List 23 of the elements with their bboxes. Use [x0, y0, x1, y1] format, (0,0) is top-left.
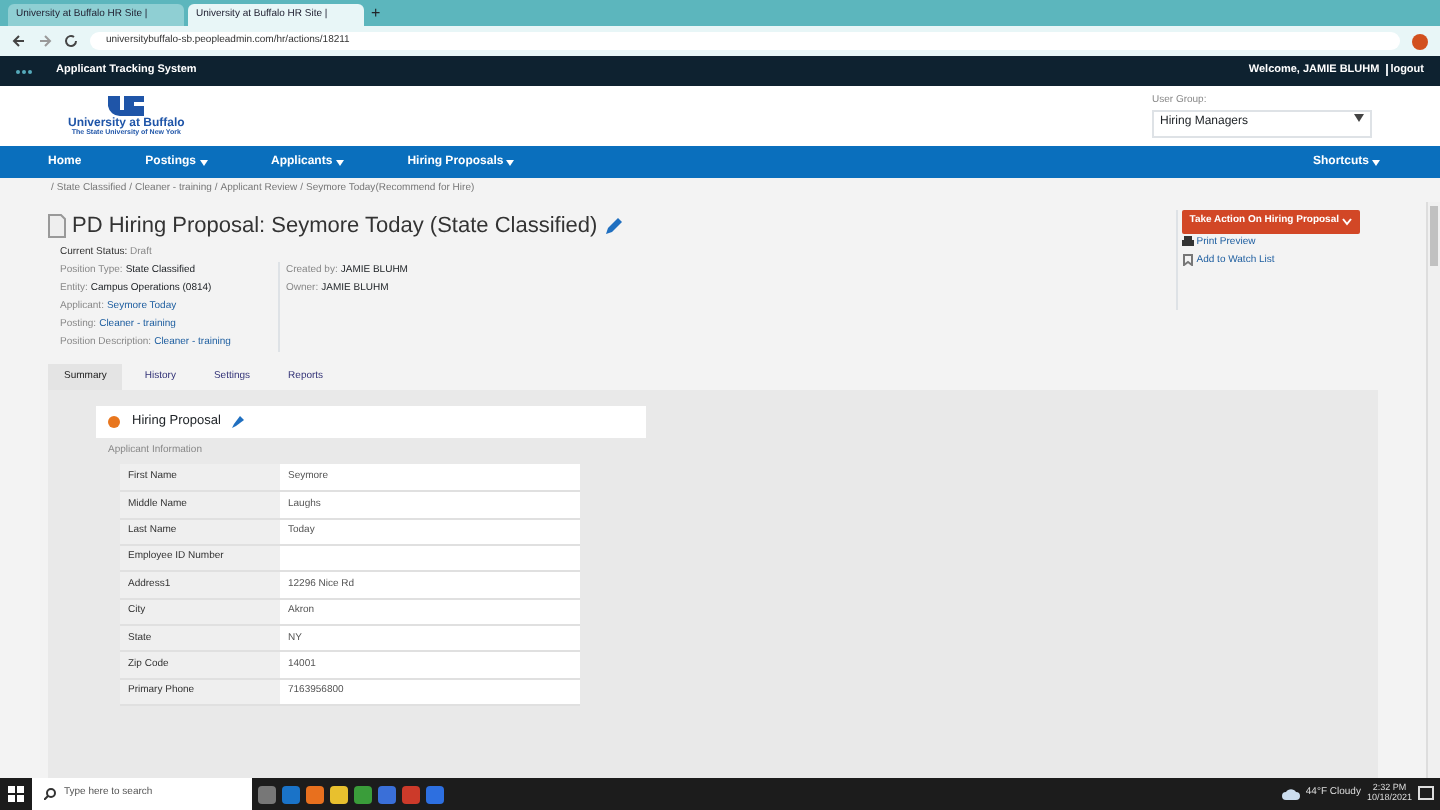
- new-tab-button[interactable]: +: [371, 2, 381, 26]
- profile-avatar-icon[interactable]: [1412, 33, 1428, 49]
- printer-icon: [1181, 236, 1194, 248]
- document-icon: [48, 214, 66, 239]
- search-icon: [44, 788, 56, 800]
- notification-icon[interactable]: [1418, 786, 1434, 802]
- reload-icon[interactable]: [64, 34, 78, 48]
- forward-icon[interactable]: [38, 34, 52, 48]
- back-icon[interactable]: [12, 34, 26, 48]
- bookmark-icon: [1181, 254, 1194, 266]
- caret-icon: [1372, 159, 1380, 165]
- scrollbar[interactable]: [1426, 202, 1440, 778]
- caret-icon: [506, 159, 515, 165]
- cloud-icon: [1281, 788, 1300, 800]
- menu-icon[interactable]: [16, 67, 32, 75]
- caret-icon: [335, 159, 344, 165]
- edit-pencil-icon[interactable]: [232, 415, 245, 428]
- ub-logo-icon: [106, 93, 147, 118]
- chevron-icon: [1342, 217, 1352, 226]
- caret-icon: [199, 159, 208, 165]
- caret-icon: [1354, 114, 1364, 123]
- edit-pencil-icon[interactable]: [603, 217, 622, 236]
- page-title: PD Hiring Proposal: Seymore Today (State Classified): [72, 212, 598, 242]
